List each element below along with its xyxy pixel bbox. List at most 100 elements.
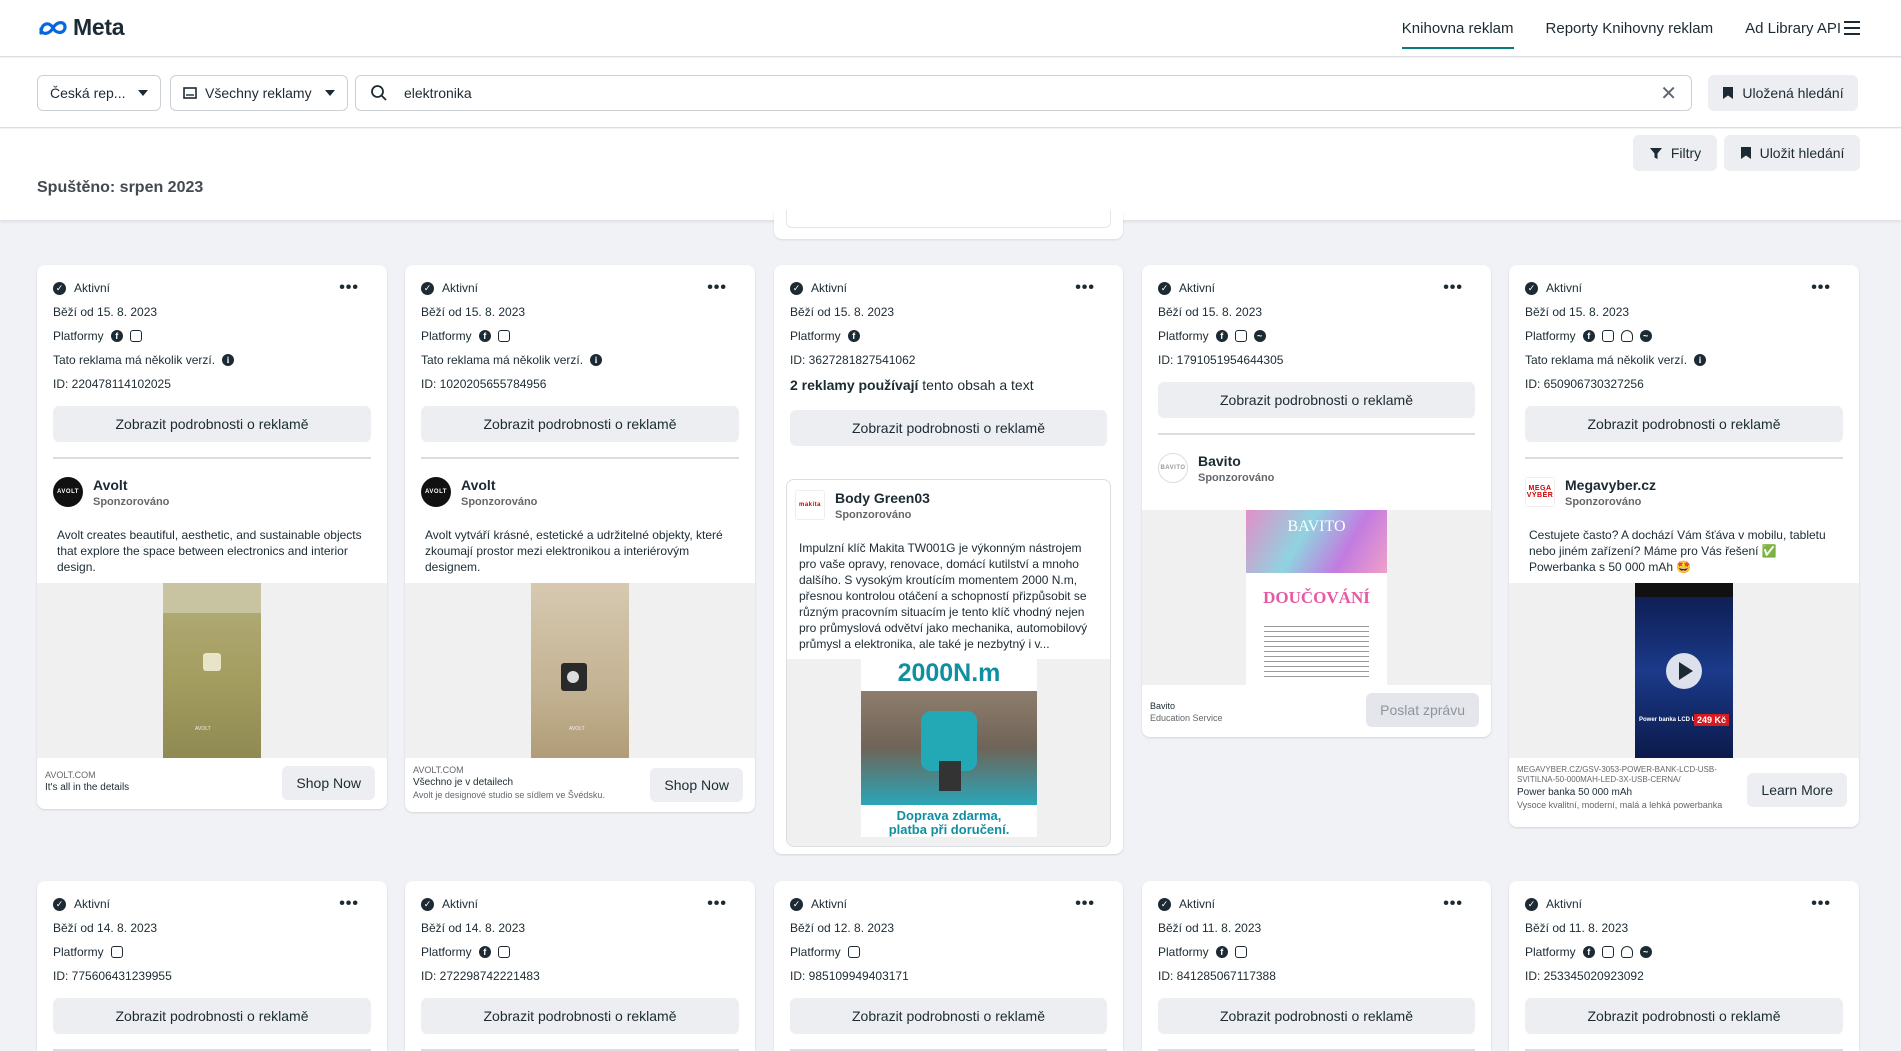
advertiser-avatar[interactable]: makita (795, 490, 825, 520)
filters-button[interactable]: Filtry (1633, 135, 1717, 171)
more-options-icon[interactable]: ••• (339, 895, 359, 913)
more-options-icon[interactable]: ••• (339, 279, 359, 297)
shop-now-button[interactable]: Shop Now (650, 768, 743, 802)
info-icon[interactable]: i (222, 354, 235, 366)
status-label: Aktivní (811, 281, 848, 295)
ad-media-image[interactable]: AVOLT (37, 583, 387, 758)
search-input[interactable]: elektronika ✕ (355, 75, 1692, 111)
info-icon[interactable]: i (1694, 354, 1707, 366)
ad-media-video[interactable]: Power banka LCD USB 249 Kč (1509, 583, 1859, 758)
facebook-icon: f (1582, 946, 1595, 958)
save-search-button[interactable]: Uložit hledání (1724, 135, 1860, 171)
ad-type-dropdown[interactable]: Všechny reklamy (170, 75, 348, 111)
sponsored-label: Sponzorováno (1198, 472, 1275, 484)
ad-media-image[interactable]: BAVITO DOUČOVÁNÍ (1142, 510, 1491, 685)
view-ad-details-button[interactable]: Zobrazit podrobnosti o reklamě (1525, 998, 1843, 1034)
send-message-button[interactable]: Poslat zprávu (1366, 693, 1479, 727)
country-dropdown[interactable]: Česká rep... (37, 75, 161, 111)
more-options-icon[interactable]: ••• (707, 279, 727, 297)
ad-media-image[interactable]: AVOLT (405, 583, 755, 758)
ad-card: ✓ Aktivní ••• Běží od 15. 8. 2023 Platfor… (405, 265, 755, 812)
meta-logo[interactable]: Meta (37, 14, 125, 41)
hamburger-menu-icon[interactable] (1844, 21, 1860, 35)
view-ad-details-button[interactable]: Zobrazit podrobnosti o reklamě (1525, 406, 1843, 442)
info-icon[interactable]: i (590, 354, 603, 366)
instagram-icon (497, 330, 510, 342)
nav-link-ad-library-report[interactable]: Reporty Knihovny reklam (1546, 20, 1714, 49)
running-since: Běží od 15. 8. 2023 (790, 305, 895, 319)
view-ad-details-button[interactable]: Zobrazit podrobnosti o reklamě (790, 410, 1107, 446)
running-since: Běží od 15. 8. 2023 (421, 305, 526, 319)
facebook-icon: f (1582, 330, 1595, 342)
more-options-icon[interactable]: ••• (1075, 895, 1095, 913)
active-check-icon: ✓ (421, 897, 434, 911)
top-navigation: Meta Knihovna reklam Reporty Knihovny re… (0, 0, 1901, 57)
active-check-icon: ✓ (790, 281, 803, 295)
saved-searches-button[interactable]: Uložená hledání (1708, 75, 1858, 111)
ad-id: ID: 650906730327256 (1525, 377, 1644, 391)
more-options-icon[interactable]: ••• (1443, 279, 1463, 297)
status-label: Aktivní (1179, 281, 1216, 295)
sponsored-label: Sponzorováno (1565, 496, 1642, 508)
view-ad-details-button[interactable]: Zobrazit podrobnosti o reklamě (53, 406, 371, 442)
advertiser-name[interactable]: Avolt (461, 477, 537, 493)
view-ad-details-button[interactable]: Zobrazit podrobnosti o reklamě (421, 406, 739, 442)
audience-network-icon (1620, 330, 1633, 342)
facebook-icon: f (1215, 330, 1228, 342)
status-label: Aktivní (442, 281, 479, 295)
platforms-label: Platformy (1525, 945, 1576, 959)
nav-link-ad-library-api[interactable]: Ad Library API (1745, 20, 1841, 49)
divider (53, 457, 371, 459)
learn-more-button[interactable]: Learn More (1747, 773, 1847, 807)
view-ad-details-button[interactable]: Zobrazit podrobnosti o reklamě (790, 998, 1107, 1034)
search-icon (371, 85, 387, 101)
ad-body-text: Avolt creates beautiful, aesthetic, and … (57, 528, 362, 574)
more-options-icon[interactable]: ••• (707, 895, 727, 913)
play-icon[interactable] (1666, 653, 1702, 689)
link-caption: MEGAVYBER.CZ/GSV-3053-POWER-BANK-LCD-USB… (1517, 765, 1717, 784)
advertiser-avatar[interactable]: AVOLT (421, 477, 451, 507)
instagram-icon (1234, 330, 1247, 342)
advertiser-name[interactable]: Bavito (1198, 453, 1274, 469)
advertiser-avatar[interactable]: BAVITO (1158, 453, 1188, 483)
ad-body-text: Impulzní klíč Makita TW001G je výkonným … (799, 541, 1088, 651)
ad-media-image[interactable]: 2000N.m Doprava zdarma, platba při doruč… (787, 659, 1110, 846)
view-ad-details-button[interactable]: Zobrazit podrobnosti o reklamě (421, 998, 739, 1034)
advertiser-avatar[interactable]: AVOLT (53, 477, 83, 507)
media-footer-line1: Doprava zdarma, (896, 808, 1002, 823)
ad-card: ✓ Aktivní ••• Běží od 12. 8. 2023 Platfor… (774, 881, 1123, 1051)
ad-id: ID: 272298742221483 (421, 969, 540, 983)
advertiser-name[interactable]: Megavyber.cz (1565, 477, 1656, 493)
ad-category-icon (183, 87, 197, 99)
running-since: Běží od 11. 8. 2023 (1525, 921, 1629, 935)
more-options-icon[interactable]: ••• (1811, 895, 1831, 913)
running-since: Běží od 14. 8. 2023 (421, 921, 526, 935)
view-ad-details-button[interactable]: Zobrazit podrobnosti o reklamě (1158, 382, 1475, 418)
advertiser-avatar[interactable]: MEGA VÝBĚR (1525, 477, 1555, 507)
save-search-label: Uložit hledání (1759, 145, 1845, 161)
platforms-label: Platformy (790, 945, 841, 959)
nav-link-ad-library[interactable]: Knihovna reklam (1401, 20, 1514, 49)
clear-search-icon[interactable]: ✕ (1660, 81, 1677, 106)
sponsored-label: Sponzorováno (835, 509, 912, 521)
messenger-icon: ~ (1639, 946, 1652, 958)
ad-type-value: Všechny reklamy (205, 85, 312, 101)
running-since: Běží od 12. 8. 2023 (790, 921, 895, 935)
active-check-icon: ✓ (790, 897, 803, 911)
more-options-icon[interactable]: ••• (1811, 279, 1831, 297)
advertiser-name[interactable]: Avolt (93, 477, 169, 493)
status-label: Aktivní (811, 897, 848, 911)
started-heading: Spuštěno: srpen 2023 (37, 179, 204, 196)
shop-now-button[interactable]: Shop Now (282, 766, 375, 800)
uses-rest-text: tento obsah a text (918, 377, 1034, 393)
ad-card: ✓ Aktivní ••• Běží od 14. 8. 2023 Platfor… (405, 881, 755, 1051)
ad-id: ID: 1020205655784956 (421, 377, 547, 391)
more-options-icon[interactable]: ••• (1075, 279, 1095, 297)
view-ad-details-button[interactable]: Zobrazit podrobnosti o reklamě (53, 998, 371, 1034)
bookmark-icon (1723, 87, 1734, 99)
divider (1158, 433, 1475, 435)
platforms-label: Platformy (421, 329, 472, 343)
view-ad-details-button[interactable]: Zobrazit podrobnosti o reklamě (1158, 998, 1475, 1034)
more-options-icon[interactable]: ••• (1443, 895, 1463, 913)
advertiser-name[interactable]: Body Green03 (835, 490, 930, 506)
